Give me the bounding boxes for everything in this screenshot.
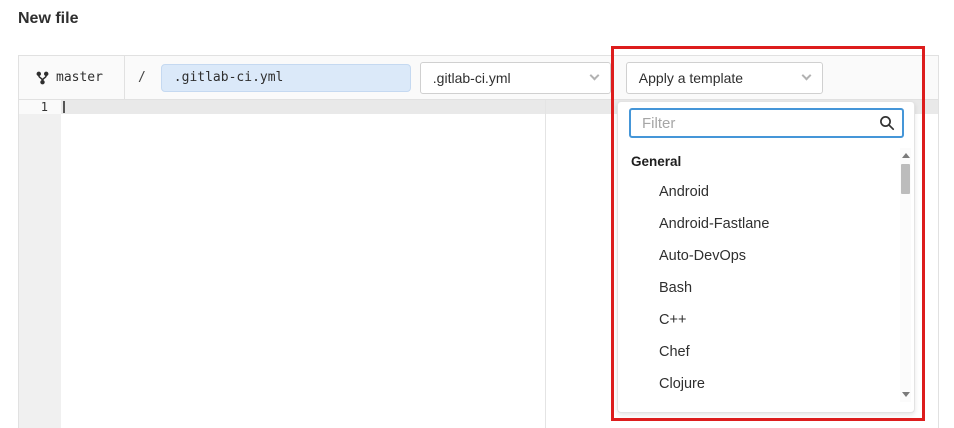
template-option-cpp[interactable]: C++ [618, 304, 914, 336]
editor-gutter: 1 [19, 100, 61, 428]
editor-toolbar: master / .gitlab-ci.yml Apply a template [19, 56, 938, 100]
apply-template-select[interactable]: Apply a template [626, 62, 823, 94]
print-margin-ruler [545, 100, 546, 428]
page-title: New file [18, 10, 78, 28]
scroll-down-arrow-icon[interactable] [902, 392, 910, 397]
filter-input[interactable] [629, 108, 904, 138]
search-icon [879, 115, 895, 131]
template-option-android-fastlane[interactable]: Android-Fastlane [618, 208, 914, 240]
branch-selector: master [36, 70, 103, 85]
chevron-down-icon [589, 71, 599, 81]
filename-input[interactable] [161, 64, 411, 92]
template-option-android[interactable]: Android [618, 176, 914, 208]
path-separator: / [138, 70, 146, 85]
chevron-down-icon [801, 71, 811, 81]
template-option-clojure[interactable]: Clojure [618, 368, 914, 400]
dropdown-scrollbar[interactable] [900, 148, 911, 402]
file-type-select[interactable]: .gitlab-ci.yml [420, 62, 611, 94]
toolbar-divider [124, 56, 125, 99]
template-option-chef[interactable]: Chef [618, 336, 914, 368]
template-group-header: General [618, 147, 914, 176]
branch-name: master [56, 70, 103, 85]
template-dropdown-panel: General Android Android-Fastlane Auto-De… [617, 101, 915, 413]
file-type-select-value: .gitlab-ci.yml [433, 70, 511, 86]
line-number: 1 [19, 100, 61, 114]
git-branch-icon [36, 71, 49, 85]
text-cursor [63, 101, 65, 113]
apply-template-select-value: Apply a template [639, 70, 743, 86]
template-option-bash[interactable]: Bash [618, 272, 914, 304]
template-option-auto-devops[interactable]: Auto-DevOps [618, 240, 914, 272]
scroll-up-arrow-icon[interactable] [902, 153, 910, 158]
template-list: General Android Android-Fastlane Auto-De… [618, 147, 914, 400]
filter-field-wrap [629, 108, 904, 138]
scrollbar-thumb[interactable] [901, 164, 910, 194]
